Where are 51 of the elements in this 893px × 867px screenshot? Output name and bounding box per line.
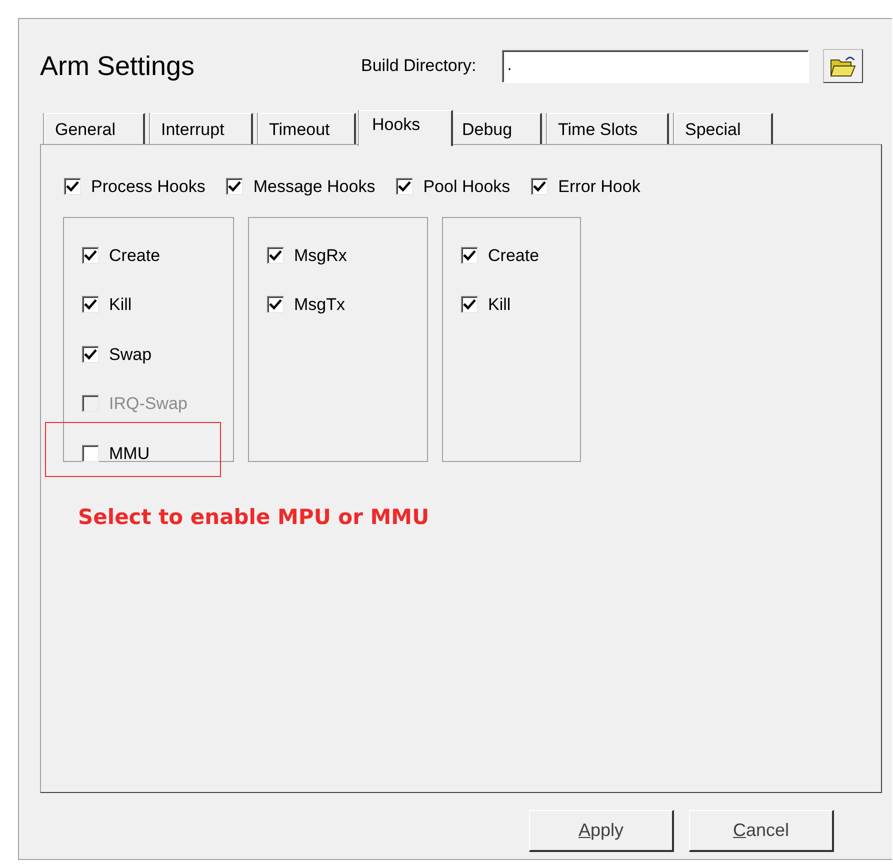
checkbox[interactable] — [461, 296, 478, 314]
checkbox[interactable] — [64, 178, 81, 196]
tab[interactable]: Debug — [451, 113, 542, 145]
dialog-button[interactable]: Apply — [529, 810, 674, 852]
folder-icon — [829, 54, 858, 78]
checkbox[interactable] — [82, 296, 99, 314]
checkmark-icon — [398, 181, 412, 192]
checkbox-label: Kill — [109, 294, 132, 316]
checkbox[interactable] — [226, 178, 244, 196]
build-directory-field[interactable]: . — [502, 50, 810, 82]
build-directory-label: Build Directory: — [361, 55, 476, 78]
checkbox[interactable] — [396, 178, 414, 196]
checkbox[interactable] — [461, 246, 478, 264]
checkmark-icon — [269, 299, 282, 310]
checkmark-icon — [533, 181, 546, 192]
annotation-text: Select to enable MPU or MMU — [78, 504, 430, 530]
tab[interactable]: Hooks — [359, 110, 453, 146]
checkbox[interactable] — [531, 178, 548, 196]
dialog-title: Arm Settings — [40, 50, 196, 83]
checkbox-label: MsgTx — [294, 294, 345, 316]
checkmark-icon — [269, 250, 282, 261]
checkmark-icon — [84, 250, 97, 261]
tab[interactable]: Interrupt — [150, 113, 253, 145]
checkbox[interactable] — [267, 296, 284, 314]
checkmark-icon — [463, 299, 476, 310]
checkbox[interactable] — [82, 246, 99, 264]
checkmark-icon — [66, 181, 79, 192]
checkbox-label: Pool Hooks — [423, 176, 510, 198]
tab[interactable]: General — [44, 113, 145, 145]
checkbox-label: Swap — [109, 344, 152, 366]
browse-folder-button[interactable] — [823, 49, 864, 83]
checkbox-label: Process Hooks — [91, 176, 206, 198]
checkbox[interactable] — [82, 346, 99, 363]
checkmark-icon — [463, 250, 476, 261]
checkbox-label: Create — [109, 244, 160, 266]
checkmark-icon — [228, 181, 242, 192]
checkbox[interactable] — [267, 246, 284, 264]
checkmark-icon — [84, 348, 97, 360]
checkmark-icon — [84, 299, 97, 310]
checkbox-label: Message Hooks — [253, 176, 376, 198]
checkbox-label: Kill — [488, 294, 511, 316]
tab[interactable]: Timeout — [258, 113, 356, 145]
checkbox-label: Create — [488, 244, 540, 266]
tab[interactable]: Special — [674, 113, 773, 145]
tab[interactable]: Time Slots — [547, 113, 669, 145]
checkbox-label: Error Hook — [558, 176, 640, 198]
dialog-button[interactable]: Cancel — [689, 810, 834, 852]
checkbox-label: MsgRx — [294, 244, 347, 266]
checkbox-label: IRQ-Swap — [109, 393, 188, 415]
checkbox[interactable] — [82, 444, 99, 462]
checkbox-label: MMU — [109, 442, 150, 464]
